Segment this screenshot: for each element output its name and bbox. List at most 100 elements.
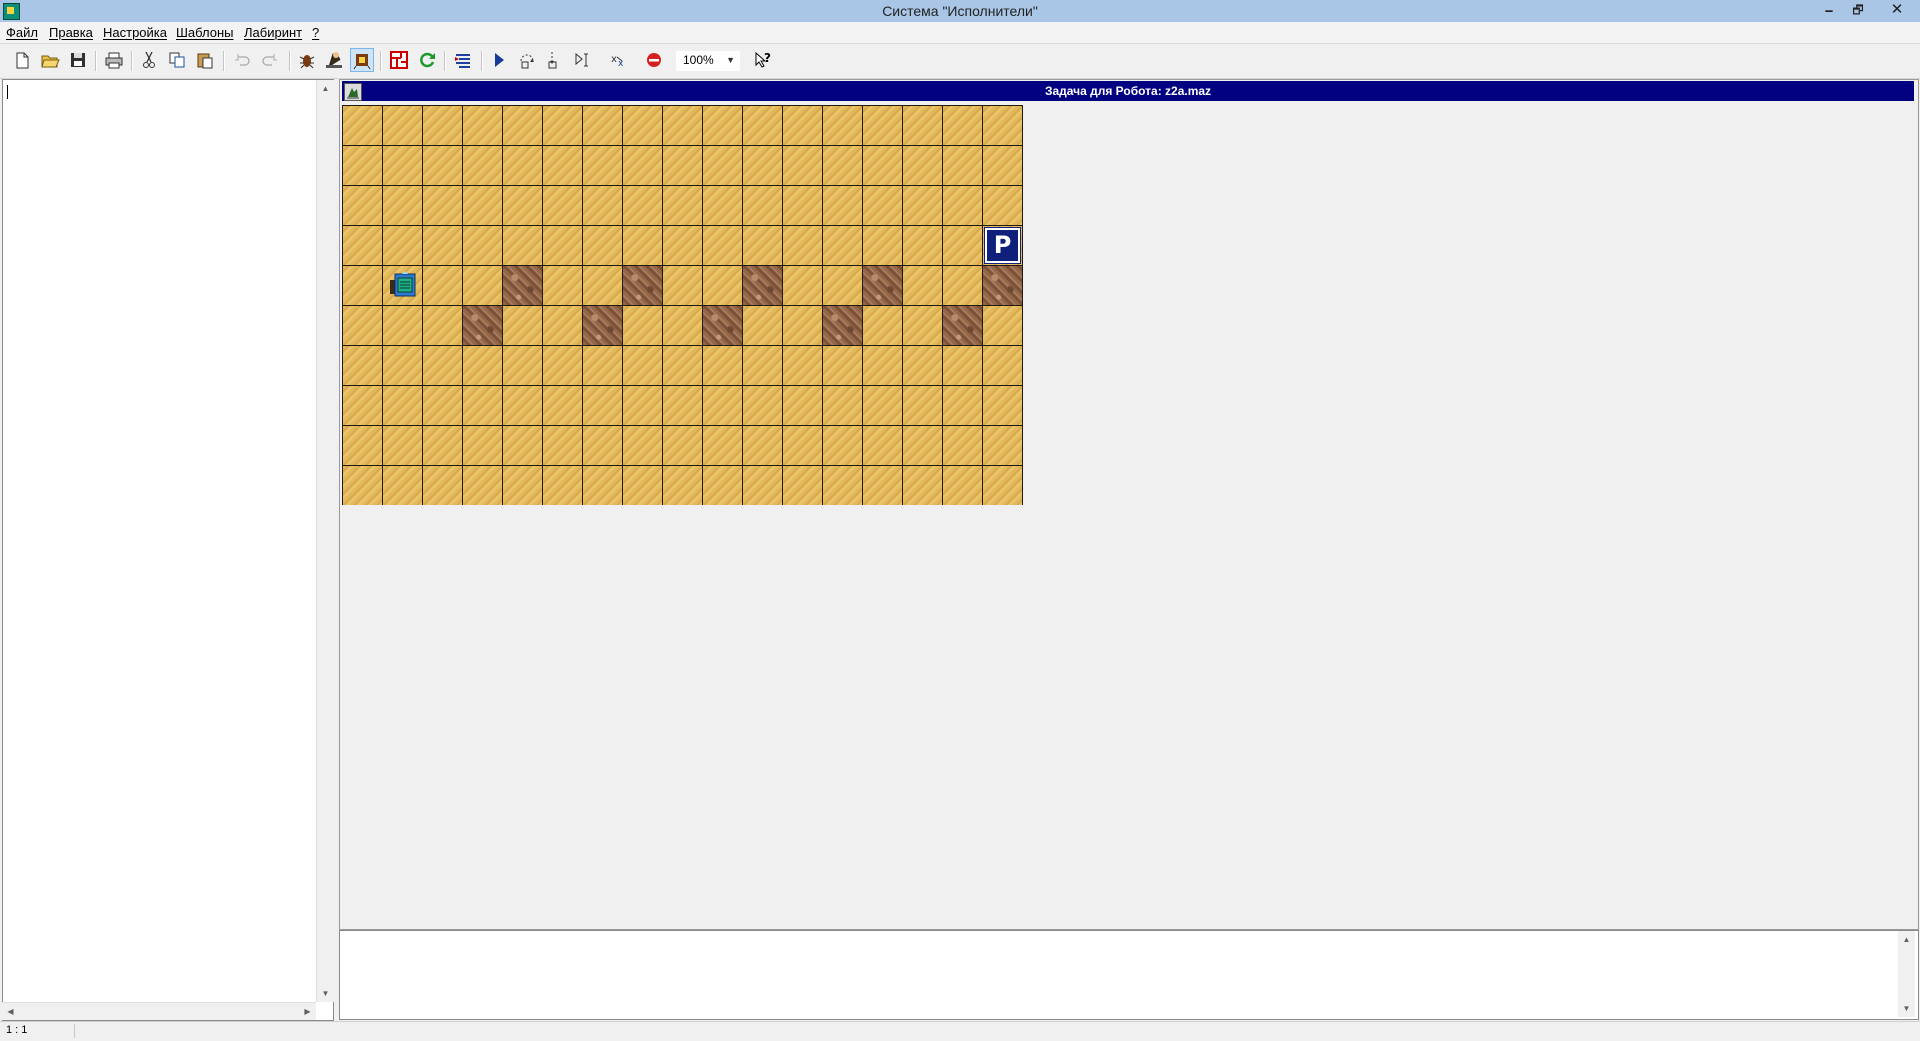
maze-cell[interactable] [943, 226, 982, 265]
maze-cell[interactable] [663, 306, 702, 345]
maze-cell[interactable] [943, 386, 982, 425]
maze-cell[interactable] [983, 466, 1022, 505]
maze-cell[interactable] [983, 306, 1022, 345]
maze-cell[interactable] [583, 266, 622, 305]
variables-icon[interactable]: xx [608, 49, 630, 71]
maze-cell[interactable] [543, 146, 582, 185]
maze-cell[interactable] [823, 426, 862, 465]
run-icon[interactable] [488, 49, 510, 71]
help-pointer-icon[interactable]: ? [752, 49, 774, 71]
maze-cell[interactable] [743, 186, 782, 225]
maze-cell[interactable] [823, 226, 862, 265]
maze-cell[interactable] [423, 346, 462, 385]
maze-cell[interactable] [583, 106, 622, 145]
maze-cell[interactable] [343, 306, 382, 345]
maze-cell[interactable] [823, 466, 862, 505]
maze-cell[interactable] [783, 186, 822, 225]
maze-cell[interactable] [343, 146, 382, 185]
open-folder-icon[interactable] [39, 49, 61, 71]
maze-cell[interactable] [423, 466, 462, 505]
maze-cell[interactable] [903, 306, 942, 345]
maze-cell[interactable] [343, 346, 382, 385]
menu-maze[interactable]: Лабиринт [244, 25, 302, 40]
maze-cell[interactable] [783, 146, 822, 185]
maze-cell[interactable] [863, 426, 902, 465]
maze-cell[interactable] [903, 266, 942, 305]
maze-cell[interactable] [463, 466, 502, 505]
output-vertical-scrollbar[interactable]: ▲ ▼ [1898, 931, 1915, 1017]
maze-cell[interactable] [423, 226, 462, 265]
maze-cell[interactable] [943, 106, 982, 145]
maze-cell[interactable] [943, 266, 982, 305]
maze-wall-cell[interactable] [943, 306, 982, 345]
maze-cell[interactable] [583, 226, 622, 265]
maze-cell[interactable] [823, 386, 862, 425]
maze-cell[interactable] [983, 386, 1022, 425]
maze-cell[interactable] [503, 306, 542, 345]
maze-cell[interactable] [663, 186, 702, 225]
maze-cell[interactable] [703, 186, 742, 225]
maze-cell[interactable] [703, 386, 742, 425]
copy-icon[interactable] [166, 49, 188, 71]
maze-cell[interactable] [663, 426, 702, 465]
menu-file[interactable]: Файл [6, 25, 38, 40]
maze-cell[interactable] [743, 106, 782, 145]
maze-cell[interactable] [943, 346, 982, 385]
maze-cell[interactable] [503, 346, 542, 385]
maze-cell[interactable] [503, 226, 542, 265]
maze-cell[interactable] [943, 466, 982, 505]
maze-cell[interactable] [623, 306, 662, 345]
maze-cell[interactable] [703, 426, 742, 465]
maze-cell[interactable] [783, 466, 822, 505]
maze-cell[interactable] [423, 146, 462, 185]
maze-cell[interactable] [623, 466, 662, 505]
maze-cell[interactable] [863, 306, 902, 345]
bug-icon[interactable] [296, 49, 318, 71]
maze-cell[interactable] [343, 106, 382, 145]
maze-cell[interactable] [983, 346, 1022, 385]
maze-cell[interactable] [863, 386, 902, 425]
scroll-up-icon[interactable]: ▲ [1898, 931, 1915, 948]
maze-cell[interactable] [423, 186, 462, 225]
maze-cell[interactable] [663, 386, 702, 425]
refresh-icon[interactable] [416, 49, 438, 71]
maze-cell[interactable] [503, 186, 542, 225]
maze-cell[interactable] [543, 106, 582, 145]
redo-icon[interactable] [259, 49, 281, 71]
maze-cell[interactable] [743, 426, 782, 465]
maze-cell[interactable] [943, 426, 982, 465]
robot-task-icon[interactable] [350, 48, 374, 72]
maze-cell[interactable] [663, 266, 702, 305]
run-to-cursor-icon[interactable] [572, 49, 594, 71]
maze-cell[interactable] [503, 466, 542, 505]
minimize-button[interactable]: 🗕 [1816, 0, 1842, 20]
maze-cell[interactable] [903, 346, 942, 385]
maze-cell[interactable] [503, 106, 542, 145]
cut-icon[interactable] [138, 49, 160, 71]
maze-cell[interactable] [743, 306, 782, 345]
maze-wall-cell[interactable] [983, 266, 1022, 305]
maze-cell[interactable] [863, 186, 902, 225]
maze-cell[interactable] [823, 186, 862, 225]
maze-cell[interactable] [623, 426, 662, 465]
maze-cell[interactable] [783, 266, 822, 305]
maze-cell[interactable] [783, 306, 822, 345]
maze-cell[interactable] [703, 266, 742, 305]
maze-cell[interactable] [623, 346, 662, 385]
maze-cell[interactable] [943, 186, 982, 225]
maze-cell[interactable] [383, 346, 422, 385]
maze-wall-cell[interactable] [623, 266, 662, 305]
maze-cell[interactable] [623, 226, 662, 265]
maze-cell[interactable] [383, 226, 422, 265]
maze-cell[interactable] [543, 426, 582, 465]
zoom-dropdown[interactable]: 100% ▼ [676, 51, 740, 71]
maze-cell[interactable] [543, 466, 582, 505]
step-into-icon[interactable] [544, 49, 566, 71]
print-icon[interactable] [103, 49, 125, 71]
align-icon[interactable] [452, 49, 474, 71]
undo-icon[interactable] [231, 49, 253, 71]
maze-wall-cell[interactable] [703, 306, 742, 345]
program-editor[interactable] [2, 79, 334, 1021]
output-panel[interactable] [339, 930, 1919, 1020]
maze-cell[interactable] [663, 466, 702, 505]
